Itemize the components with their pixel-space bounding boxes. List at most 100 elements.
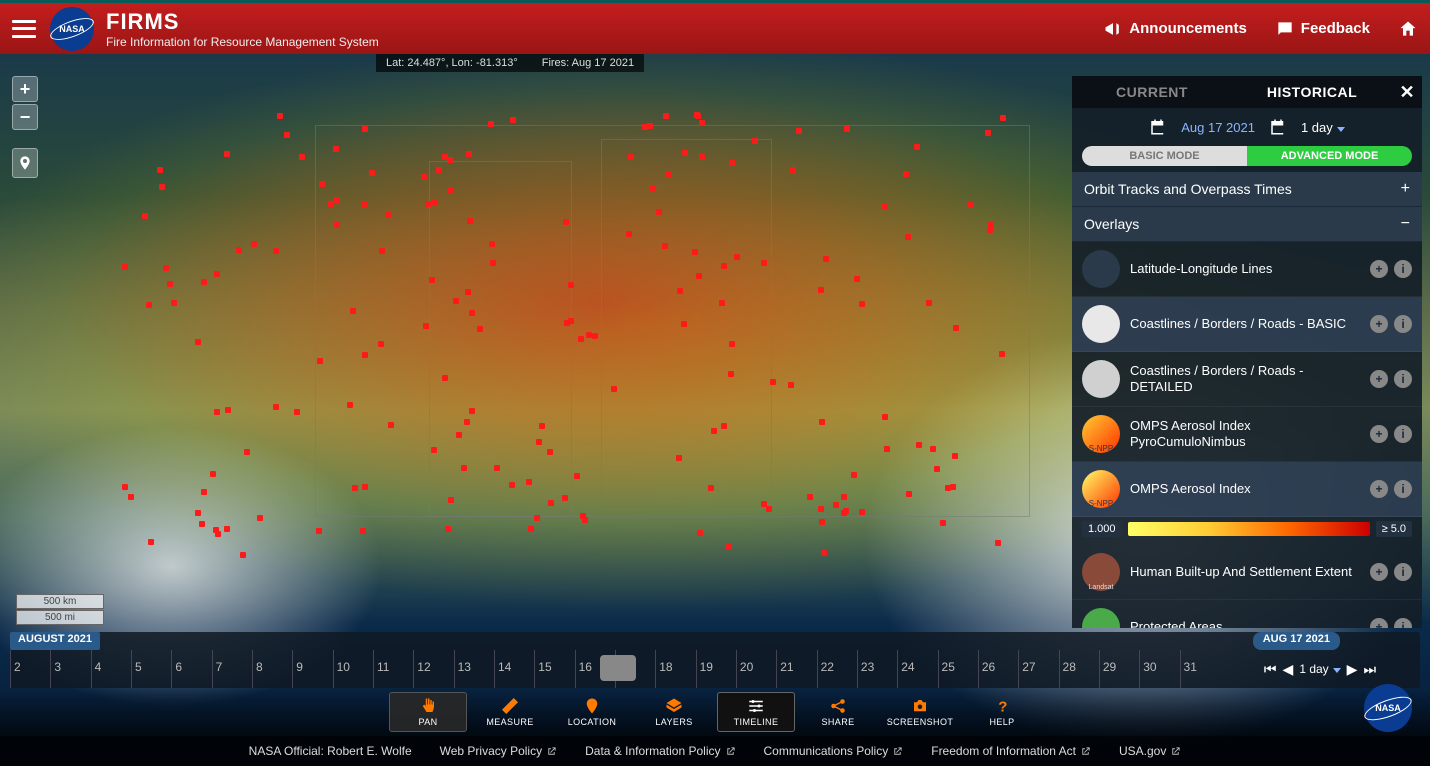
svg-text:?: ? (998, 698, 1007, 715)
timeline-day[interactable]: 14 (494, 650, 534, 688)
timeline-day[interactable]: 21 (776, 650, 816, 688)
layer-info-button[interactable]: i (1394, 425, 1412, 443)
range-picker[interactable]: 1 day (1301, 120, 1345, 135)
location-tool[interactable]: LOCATION (553, 692, 631, 732)
measure-tool[interactable]: MEASURE (471, 692, 549, 732)
fire-dot (926, 300, 932, 306)
basic-mode-button[interactable]: BASIC MODE (1082, 146, 1247, 166)
footer-link-label: Freedom of Information Act (931, 744, 1076, 758)
close-panel-button[interactable]: ✕ (1392, 82, 1422, 103)
add-layer-button[interactable]: + (1370, 260, 1388, 278)
fire-dot (214, 271, 220, 277)
timeline-day[interactable]: 10 (333, 650, 373, 688)
fire-dot (719, 300, 725, 306)
fires-date-readout: Fires: Aug 17 2021 (542, 57, 634, 69)
date-picker[interactable]: Aug 17 2021 (1181, 120, 1255, 135)
add-layer-button[interactable]: + (1370, 425, 1388, 443)
timeline-day[interactable]: 13 (454, 650, 494, 688)
timeline-day[interactable]: 24 (897, 650, 937, 688)
timeline-day[interactable]: 3 (50, 650, 90, 688)
panel-scroll[interactable]: Orbit Tracks and Overpass Times + Overla… (1072, 172, 1422, 628)
feedback-link[interactable]: Feedback (1275, 19, 1370, 39)
timeline-day[interactable]: 2 (10, 650, 50, 688)
step-back-button[interactable]: ◀ (1283, 661, 1294, 678)
overlays-section[interactable]: Overlays − (1072, 207, 1422, 242)
timeline-tool[interactable]: TIMELINE (717, 692, 795, 732)
timeline-days[interactable]: 2345678910111213141516171819202122232425… (10, 650, 1220, 688)
footer-link[interactable]: Web Privacy Policy (440, 744, 557, 758)
add-layer-button[interactable]: + (1370, 370, 1388, 388)
timeline-day[interactable]: 26 (978, 650, 1018, 688)
layer-item[interactable]: LandsatHuman Built-up And Settlement Ext… (1072, 545, 1422, 600)
step-forward-button[interactable]: ▶ (1347, 661, 1358, 678)
timeline-day[interactable]: 28 (1059, 650, 1099, 688)
layers-tool[interactable]: LAYERS (635, 692, 713, 732)
menu-button[interactable] (12, 20, 36, 38)
fire-dot (215, 531, 221, 537)
tab-historical[interactable]: HISTORICAL (1232, 84, 1392, 100)
timeline-day[interactable]: 5 (131, 650, 171, 688)
layer-item[interactable]: Coastlines / Borders / Roads - DETAILED+… (1072, 352, 1422, 407)
layer-info-button[interactable]: i (1394, 315, 1412, 333)
footer-link[interactable]: Communications Policy (764, 744, 904, 758)
timeline-day[interactable]: 11 (373, 650, 413, 688)
timeline-day[interactable]: 20 (736, 650, 776, 688)
timeline-day[interactable]: 22 (817, 650, 857, 688)
orbit-tracks-section[interactable]: Orbit Tracks and Overpass Times + (1072, 172, 1422, 207)
timeline-day[interactable]: 18 (655, 650, 695, 688)
nasa-meatball-badge[interactable]: NASA (1364, 684, 1412, 732)
layer-item[interactable]: Coastlines / Borders / Roads - BASIC+i (1072, 297, 1422, 352)
screenshot-tool[interactable]: SCREENSHOT (881, 692, 959, 732)
layer-info-button[interactable]: i (1394, 563, 1412, 581)
skip-back-button[interactable]: ⏮ (1264, 661, 1277, 678)
footer-link[interactable]: Freedom of Information Act (931, 744, 1091, 758)
layer-swatch (1082, 305, 1120, 343)
timeline-day[interactable]: 25 (938, 650, 978, 688)
help-tool[interactable]: ?HELP (963, 692, 1041, 732)
home-link[interactable] (1398, 19, 1418, 39)
layer-item[interactable]: Protected Areas+i (1072, 600, 1422, 628)
footer-link[interactable]: USA.gov (1119, 744, 1181, 758)
pan-tool[interactable]: PAN (389, 692, 467, 732)
tab-current[interactable]: CURRENT (1072, 84, 1232, 100)
timeline-day[interactable]: 7 (212, 650, 252, 688)
location-search-button[interactable] (12, 148, 38, 178)
timeline-day[interactable]: 30 (1139, 650, 1179, 688)
share-tool[interactable]: SHARE (799, 692, 877, 732)
timeline-cursor[interactable] (600, 655, 636, 681)
timeline-day[interactable]: 31 (1180, 650, 1220, 688)
layer-item[interactable]: S-NPPOMPS Aerosol Index+i (1072, 462, 1422, 517)
timeline: AUGUST 2021 AUG 17 2021 2345678910111213… (10, 632, 1420, 688)
layer-info-button[interactable]: i (1394, 618, 1412, 628)
layer-info-button[interactable]: i (1394, 260, 1412, 278)
timeline-day[interactable]: 4 (91, 650, 131, 688)
timeline-day[interactable]: 15 (534, 650, 574, 688)
timeline-range-picker[interactable]: 1 day (1299, 662, 1340, 676)
timeline-day[interactable]: 6 (171, 650, 211, 688)
timeline-day[interactable]: 23 (857, 650, 897, 688)
timeline-day[interactable]: 27 (1018, 650, 1058, 688)
zoom-out-button[interactable]: − (12, 104, 38, 130)
skip-forward-button[interactable]: ⏭ (1363, 661, 1376, 678)
layer-item[interactable]: Latitude-Longitude Lines+i (1072, 242, 1422, 297)
add-layer-button[interactable]: + (1370, 315, 1388, 333)
layer-info-button[interactable]: i (1394, 480, 1412, 498)
layer-actions: +i (1370, 425, 1412, 443)
add-layer-button[interactable]: + (1370, 618, 1388, 628)
nasa-logo[interactable]: NASA (50, 7, 94, 51)
timeline-day[interactable]: 12 (413, 650, 453, 688)
timeline-day[interactable]: 9 (292, 650, 332, 688)
fire-dot (466, 151, 472, 157)
timeline-day[interactable]: 29 (1099, 650, 1139, 688)
home-icon (1398, 19, 1418, 39)
layer-item[interactable]: S-NPPOMPS Aerosol Index PyroCumuloNimbus… (1072, 407, 1422, 462)
advanced-mode-button[interactable]: ADVANCED MODE (1247, 146, 1412, 166)
timeline-day[interactable]: 8 (252, 650, 292, 688)
zoom-in-button[interactable]: + (12, 76, 38, 102)
announcements-link[interactable]: Announcements (1103, 19, 1247, 39)
footer-link[interactable]: Data & Information Policy (585, 744, 735, 758)
timeline-day[interactable]: 19 (696, 650, 736, 688)
add-layer-button[interactable]: + (1370, 480, 1388, 498)
add-layer-button[interactable]: + (1370, 563, 1388, 581)
layer-info-button[interactable]: i (1394, 370, 1412, 388)
